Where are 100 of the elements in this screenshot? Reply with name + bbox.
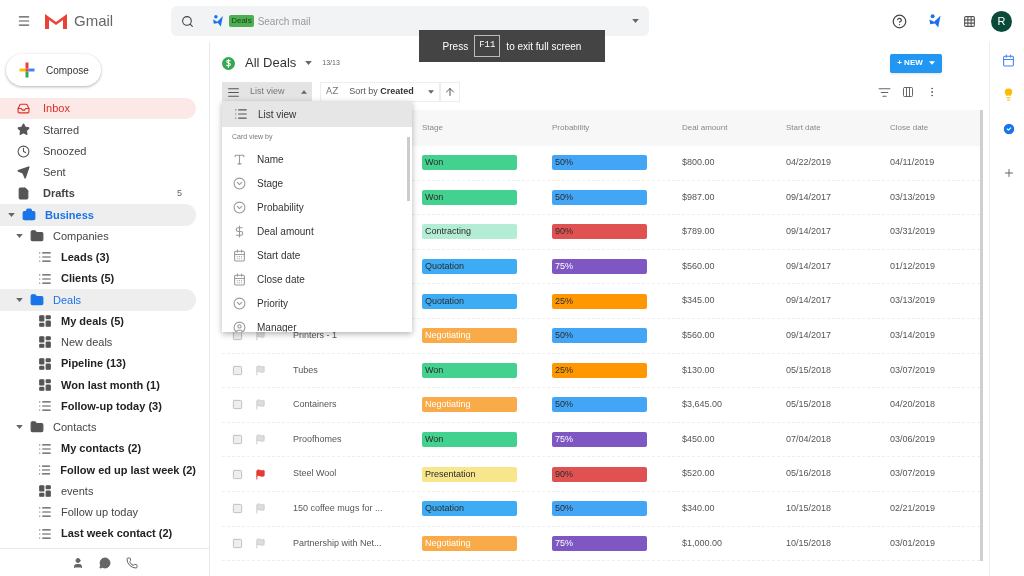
- folder-item[interactable]: Follow ed up last week (2): [0, 459, 196, 481]
- amount-cell-text: $340.00: [682, 502, 716, 515]
- status-tag: 75%: [552, 535, 647, 551]
- folder-item[interactable]: Deals: [0, 289, 196, 311]
- view-title: All Deals: [245, 54, 297, 73]
- compose-button[interactable]: Compose: [6, 54, 101, 86]
- date-cell-text: 03/01/2019: [890, 536, 937, 550]
- date-cell-text: 02/21/2019: [890, 502, 937, 515]
- date-cell-text: 05/15/2018: [786, 398, 833, 412]
- mailbox-item[interactable]: Sent: [0, 161, 196, 183]
- filter-chip[interactable]: Deals: [229, 15, 254, 27]
- menu-item[interactable]: Manager: [222, 315, 412, 332]
- folder-item[interactable]: New deals: [0, 331, 196, 353]
- fullscreen-toast: Press F11 to exit full screen: [419, 30, 605, 62]
- column-header[interactable]: Start date: [786, 122, 890, 134]
- folder-item[interactable]: Companies: [0, 225, 196, 247]
- deal-name[interactable]: Containers: [293, 398, 337, 412]
- folder-item[interactable]: Pipeline (13): [0, 353, 196, 375]
- date-cell-text: 03/13/2019: [890, 190, 937, 204]
- status-tag: 25%: [552, 293, 647, 309]
- date-cell-text: 10/15/2018: [786, 502, 833, 515]
- search-bar[interactable]: Deals Search mail: [171, 6, 650, 36]
- date-cell-text: 03/07/2019: [890, 363, 937, 377]
- status-tag: Won: [422, 189, 517, 205]
- folder-item[interactable]: Contacts: [0, 416, 196, 438]
- amount-cell-text: $520.00: [682, 467, 716, 481]
- date-cell-text: 03/06/2019: [890, 432, 937, 446]
- status-tag: 50%: [552, 155, 647, 171]
- menu-item[interactable]: Name: [222, 147, 412, 171]
- mailbox-item[interactable]: Drafts 5: [0, 183, 196, 205]
- date-cell-text: 03/31/2019: [890, 225, 937, 239]
- date-cell-text: 05/16/2018: [786, 467, 833, 481]
- deal-name[interactable]: 150 coffee mugs for ...: [293, 502, 383, 516]
- date-cell-text: 09/14/2017: [786, 259, 833, 273]
- amount-cell-text: $3,645.00: [682, 398, 724, 412]
- status-tag: 25%: [552, 362, 647, 378]
- folder-item[interactable]: Clients (5): [0, 268, 196, 290]
- folder-item[interactable]: events: [0, 480, 196, 502]
- amount-cell-text: $130.00: [682, 363, 716, 377]
- date-cell-text: 03/13/2019: [890, 294, 937, 308]
- amount-cell-text: $560.00: [682, 259, 716, 273]
- column-header[interactable]: Stage: [422, 122, 552, 134]
- menu-item[interactable]: Start date: [222, 243, 412, 267]
- folder-item[interactable]: Follow-up today (3): [0, 395, 196, 417]
- folder-item[interactable]: Follow up today: [0, 501, 196, 523]
- date-cell-text: 04/11/2019: [890, 156, 936, 170]
- sort-icon: AZ: [326, 85, 339, 99]
- amount-cell-text: $560.00: [682, 329, 716, 342]
- deal-name[interactable]: Partnership with Net...: [293, 536, 382, 551]
- deal-name[interactable]: Steel Wool: [293, 467, 337, 481]
- status-tag: 75%: [552, 259, 647, 275]
- date-cell-text: 04/22/2019: [786, 156, 833, 170]
- app-name: Gmail: [74, 10, 114, 31]
- folder-item[interactable]: Business: [0, 204, 196, 226]
- date-cell-text: 03/14/2019: [890, 329, 937, 342]
- view-switcher[interactable]: List view: [222, 82, 312, 102]
- date-cell-text: 03/07/2019: [890, 467, 937, 481]
- key-cap: F11: [474, 35, 501, 57]
- status-tag: 50%: [552, 189, 647, 205]
- deal-name[interactable]: Proofhomes: [293, 432, 342, 447]
- menu-item[interactable]: Probability: [222, 195, 412, 219]
- search-field[interactable]: Search mail: [257, 13, 633, 29]
- column-header[interactable]: Deal amount: [682, 122, 786, 134]
- menu-item[interactable]: Close date: [222, 267, 412, 291]
- menu-item[interactable]: Stage: [222, 171, 412, 195]
- date-cell-text: 01/12/2019: [890, 259, 937, 273]
- date-cell-text: 09/14/2017: [786, 329, 833, 342]
- status-tag: Contracting: [422, 224, 517, 240]
- status-tag: Negotiating: [422, 397, 517, 413]
- date-cell-text: 04/20/2018: [890, 398, 937, 412]
- folder-item[interactable]: Won last month (1): [0, 374, 196, 396]
- status-tag: Won: [422, 362, 517, 378]
- status-tag: Quotation: [422, 293, 517, 309]
- status-tag: Presentation: [422, 466, 517, 482]
- date-cell-text: 10/15/2018: [786, 536, 833, 550]
- menu-item[interactable]: List view: [222, 101, 412, 127]
- status-tag: Negotiating: [422, 328, 517, 344]
- folder-item[interactable]: My contacts (2): [0, 438, 196, 460]
- folder-item[interactable]: My deals (5): [0, 310, 196, 332]
- menu-item[interactable]: Deal amount: [222, 219, 412, 243]
- amount-cell-text: $987.00: [682, 190, 716, 204]
- folder-item[interactable]: Leads (3): [0, 246, 196, 268]
- amount-cell-text: $345.00: [682, 294, 716, 308]
- status-tag: 50%: [552, 397, 647, 413]
- mailbox-item[interactable]: Starred: [0, 119, 196, 141]
- menu-item[interactable]: Priority: [222, 291, 412, 315]
- status-tag: Negotiating: [422, 535, 517, 551]
- status-tag: Won: [422, 155, 517, 171]
- status-tag: Won: [422, 432, 517, 448]
- status-tag: Quotation: [422, 259, 517, 275]
- mailbox-item[interactable]: Inbox: [0, 98, 196, 120]
- avatar[interactable]: R: [991, 10, 1012, 32]
- status-tag: 90%: [552, 466, 647, 482]
- deal-name[interactable]: Tubes: [293, 363, 318, 378]
- folder-item[interactable]: Last week contact (2): [0, 523, 196, 545]
- column-header[interactable]: Probability: [552, 122, 682, 134]
- mailbox-item[interactable]: Snoozed: [0, 140, 196, 162]
- deal-name[interactable]: Printers - 1: [293, 329, 337, 343]
- column-header[interactable]: Close date: [890, 122, 980, 134]
- unread-count: 5: [177, 186, 182, 200]
